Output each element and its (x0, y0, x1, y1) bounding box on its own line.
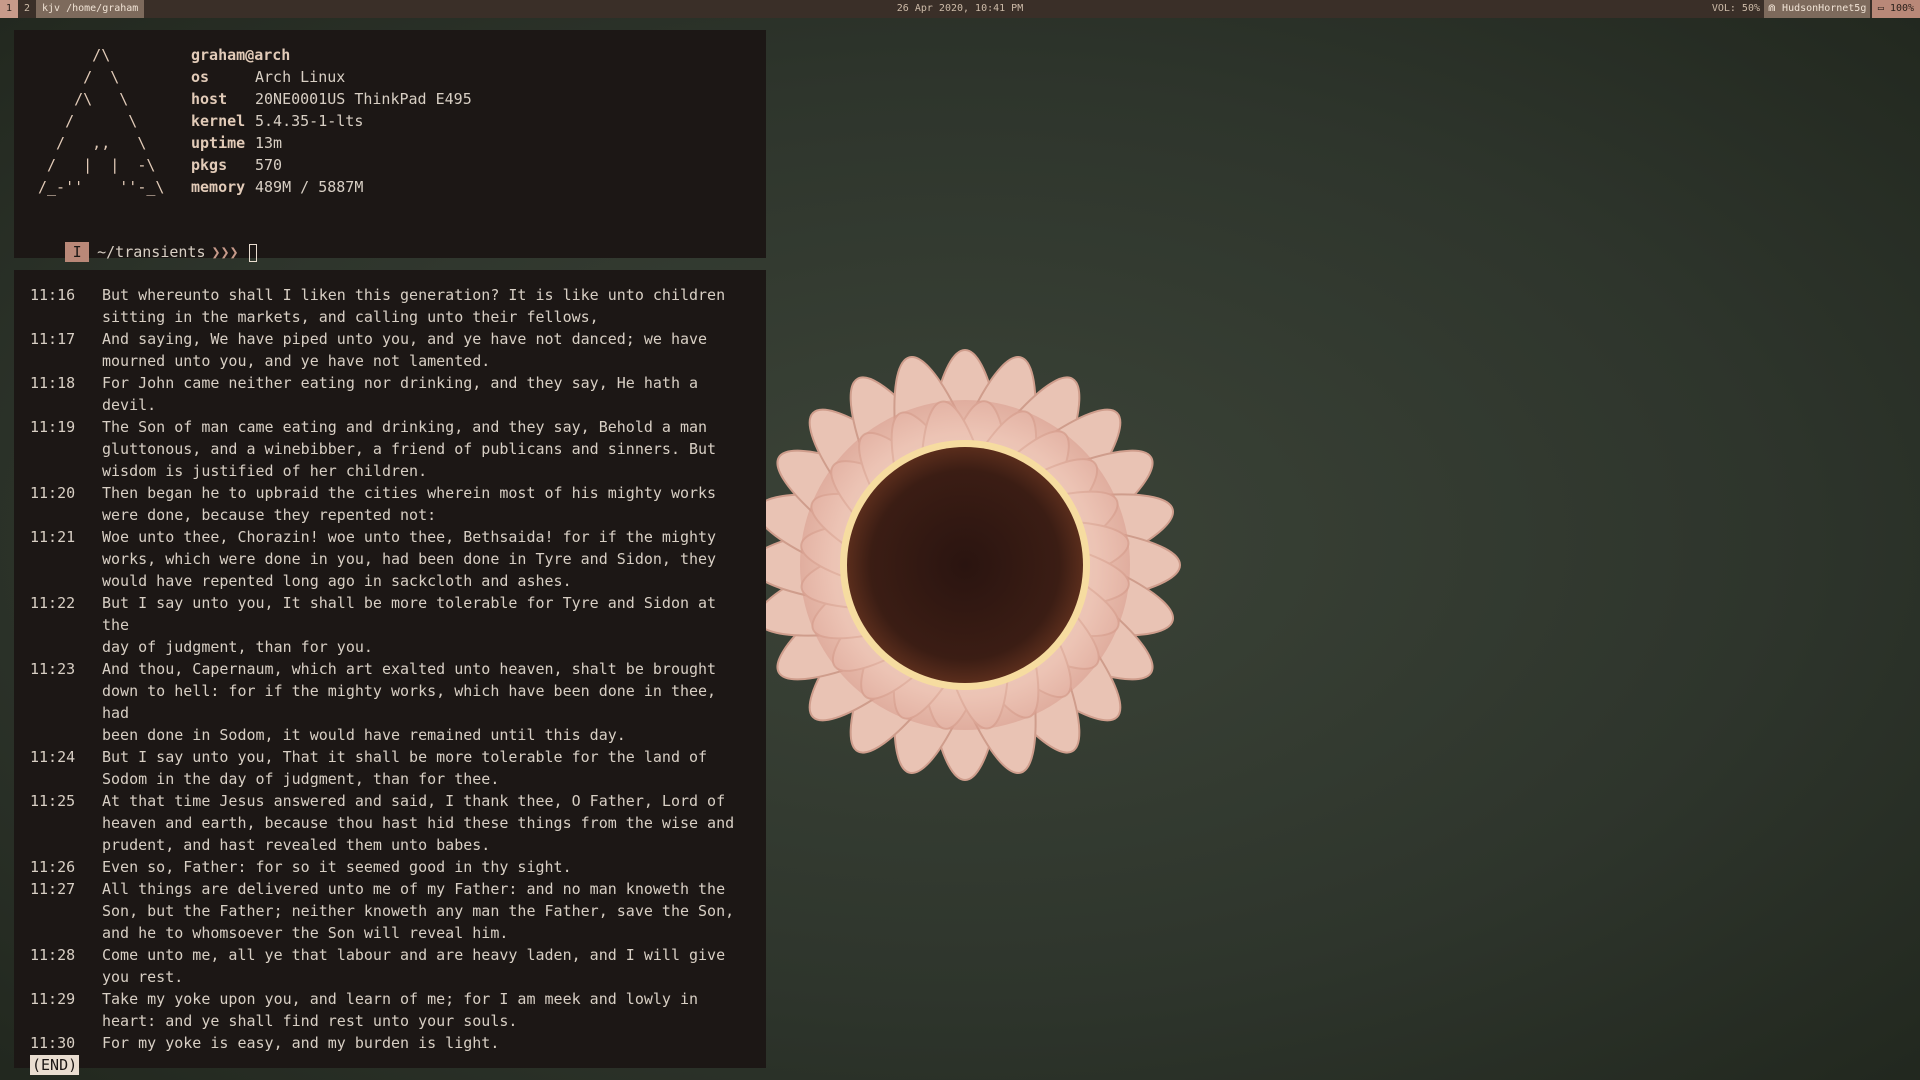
info-value: 5.4.35-1-lts (255, 112, 364, 130)
wifi-indicator: ⋒ HudsonHornet5g (1764, 0, 1870, 18)
verse-row: 11:30 For my yoke is easy, and my burden … (30, 1032, 760, 1054)
verse-row: 11:16 But whereunto shall I liken this ge… (30, 284, 760, 328)
wifi-ssid: HudsonHornet5g (1782, 3, 1867, 14)
battery-level: 100% (1889, 3, 1915, 14)
verse-text: And saying, We have piped unto you, and … (102, 330, 708, 370)
info-row-host: host 20NE0001US ThinkPad E495 (191, 88, 472, 110)
verse-ref: 11:30 (30, 1034, 76, 1052)
info-row-pkgs: pkgs 570 (191, 154, 472, 176)
verse-text: But whereunto shall I liken this generat… (102, 286, 726, 326)
verse-row: 11:20 Then began he to upbraid the cities… (30, 482, 760, 526)
verse-text: But I say unto you, It shall be more tol… (102, 594, 717, 656)
verse-row: 11:23 And thou, Capernaum, which art exal… (30, 658, 760, 746)
info-row-kernel: kernel 5.4.35-1-lts (191, 110, 472, 132)
verse-text: For my yoke is easy, and my burden is li… (102, 1034, 500, 1052)
verse-ref: 11:18 (30, 374, 76, 392)
verse-ref: 11:19 (30, 418, 76, 436)
verse-text: Even so, Father: for so it seemed good i… (102, 858, 572, 876)
info-row-memory: memory 489M / 5887M (191, 176, 472, 198)
verse-text: For John came neither eating nor drinkin… (102, 374, 699, 414)
verse-ref: 11:17 (30, 330, 76, 348)
vi-mode-badge: I (65, 242, 90, 262)
info-key: host (191, 90, 228, 108)
verse-row: 11:25 At that time Jesus answered and sai… (30, 790, 760, 856)
info-key: memory (191, 178, 246, 196)
info-key: pkgs (191, 156, 228, 174)
info-key: kernel (191, 112, 246, 130)
system-info: graham@arch os Arch Linux host 20NE0001US … (191, 44, 472, 198)
info-key: os (191, 68, 210, 86)
verse-text: But I say unto you, That it shall be mor… (102, 748, 708, 788)
terminal-kjv-pager[interactable]: 11:16 But whereunto shall I liken this ge… (14, 270, 766, 1075)
battery-icon: ▭ (1877, 3, 1890, 14)
prompt-arrows: ❯❯❯ (211, 243, 239, 261)
verse-ref: 11:20 (30, 484, 76, 502)
verse-ref: 11:27 (30, 880, 76, 898)
verse-ref: 11:21 (30, 528, 76, 546)
volume-indicator: VOL: 50% (1711, 3, 1760, 14)
verse-ref: 11:24 (30, 748, 76, 766)
verse-row: 11:22 But I say unto you, It shall be mor… (30, 592, 760, 658)
verse-ref: 11:23 (30, 660, 76, 678)
terminal-fetch[interactable]: /\ / \ /\ \ / \ / ,, \ / | | -\ /_-'' ''… (14, 30, 766, 262)
verse-text: The Son of man came eating and drinking,… (102, 418, 717, 480)
info-key: uptime (191, 134, 246, 152)
verse-row: 11:21 Woe unto thee, Chorazin! woe unto t… (30, 526, 760, 592)
verse-ref: 11:29 (30, 990, 76, 1008)
verse-ref: 11:16 (30, 286, 76, 304)
verse-text: Come unto me, all ye that labour and are… (102, 946, 726, 986)
verse-text: At that time Jesus answered and said, I … (102, 792, 735, 854)
verse-ref: 11:26 (30, 858, 76, 876)
info-value: 20NE0001US ThinkPad E495 (255, 90, 472, 108)
verse-ref: 11:25 (30, 792, 76, 810)
verse-row: 11:27 All things are delivered unto me of… (30, 878, 760, 944)
arch-logo-ascii: /\ / \ /\ \ / \ / ,, \ / | | -\ /_-'' ''… (38, 46, 165, 196)
info-value: 570 (255, 156, 283, 174)
wifi-icon: ⋒ (1767, 3, 1783, 14)
user-host: graham@arch (191, 46, 291, 64)
clock: 26 Apr 2020, 10:41 PM (896, 3, 1024, 14)
verse-row: 11:24 But I say unto you, That it shall b… (30, 746, 760, 790)
info-value: 489M / 5887M (255, 178, 364, 196)
info-value: 13m (255, 134, 283, 152)
verse-text: Then began he to upbraid the cities wher… (102, 484, 717, 524)
pager-end-marker: (END) (30, 1055, 80, 1075)
text-cursor[interactable] (248, 243, 257, 262)
verse-row: 11:28 Come unto me, all ye that labour an… (30, 944, 760, 988)
verse-row: 11:19 The Son of man came eating and drin… (30, 416, 760, 482)
info-row-uptime: uptime 13m (191, 132, 472, 154)
verse-list: 11:16 But whereunto shall I liken this ge… (30, 284, 760, 1076)
status-bar: 1 2 kjv /home/graham 26 Apr 2020, 10:41 … (0, 0, 1920, 18)
info-row-os: os Arch Linux (191, 66, 472, 88)
info-value: Arch Linux (255, 68, 346, 86)
verse-text: Woe unto thee, Chorazin! woe unto thee, … (102, 528, 717, 590)
verse-text: And thou, Capernaum, which art exalted u… (102, 660, 717, 744)
verse-row: 11:29 Take my yoke upon you, and learn of… (30, 988, 760, 1032)
prompt-path: ~/transients (97, 243, 206, 261)
verse-ref: 11:28 (30, 946, 76, 964)
verse-row: 11:26 Even so, Father: for so it seemed g… (30, 856, 760, 878)
verse-text: All things are delivered unto me of my F… (102, 880, 735, 942)
verse-text: Take my yoke upon you, and learn of me; … (102, 990, 699, 1030)
verse-ref: 11:22 (30, 594, 76, 612)
verse-row: 11:18 For John came neither eating nor dr… (30, 372, 760, 416)
shell-prompt[interactable]: I ~/transients ❯❯❯ (29, 219, 257, 262)
battery-indicator: ▭ 100% (1872, 0, 1920, 18)
verse-row: 11:17 And saying, We have piped unto you,… (30, 328, 760, 372)
